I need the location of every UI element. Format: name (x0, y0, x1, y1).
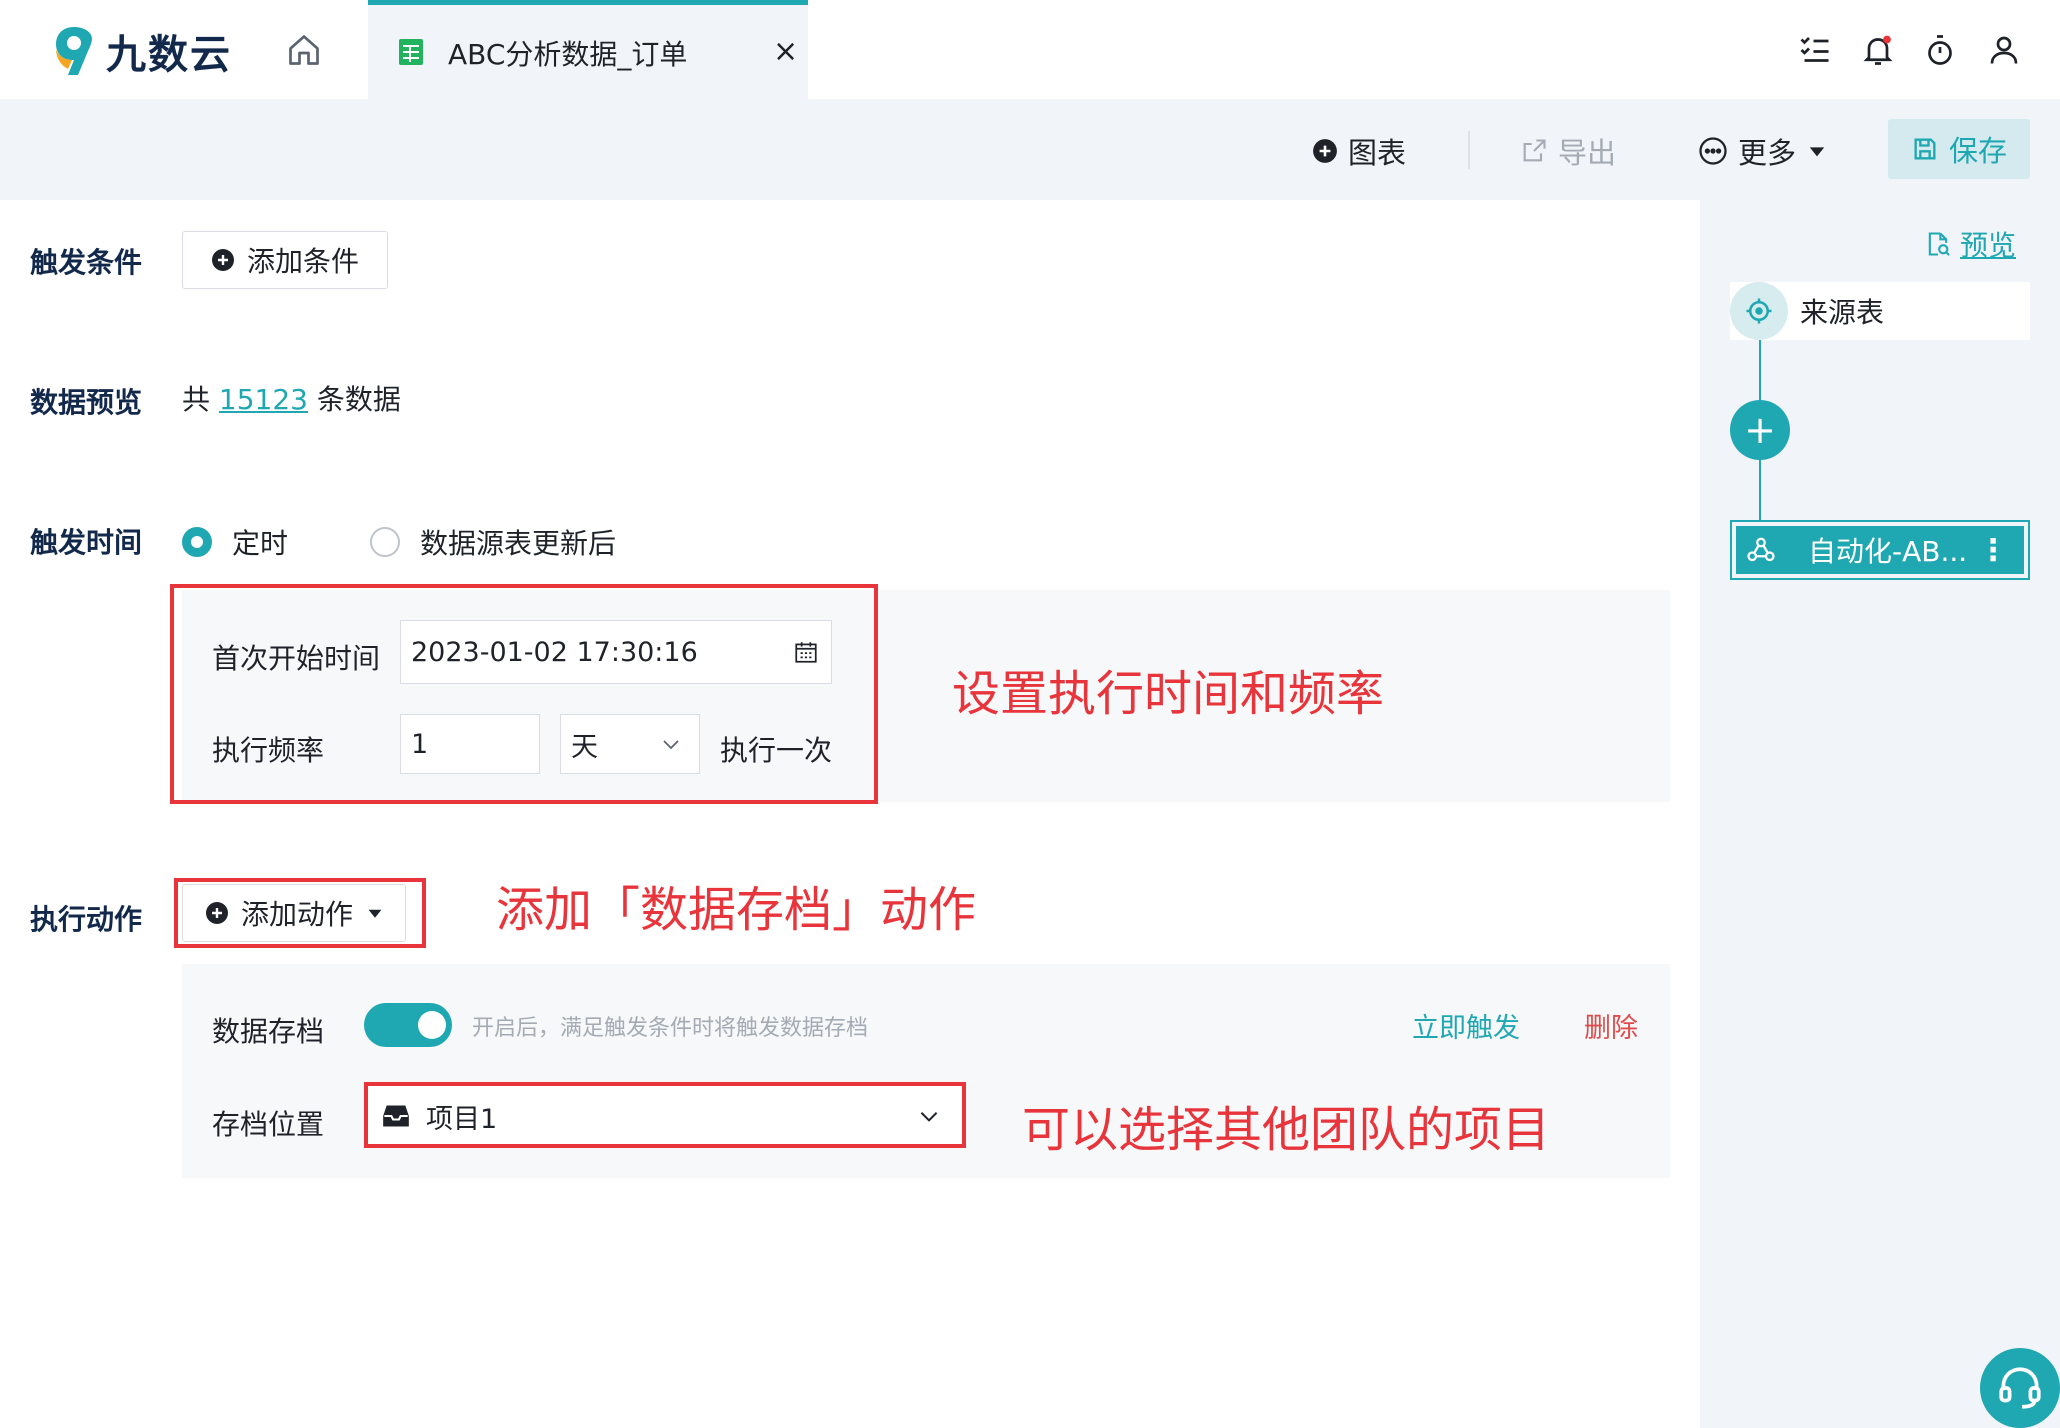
timer-icon[interactable] (1922, 32, 1958, 68)
toolbar-divider (1468, 131, 1470, 169)
radio-unchecked-icon (370, 527, 400, 557)
trigger-condition-label: 触发条件 (30, 246, 143, 279)
delete-link[interactable]: 删除 (1584, 1006, 1638, 1045)
add-condition-label: 添加条件 (246, 245, 359, 278)
flow-node-automation[interactable]: 自动化-AB... ⋮ (1730, 520, 2030, 580)
logo-mark-icon (56, 27, 92, 75)
chart-button-label: 图表 (1348, 136, 1407, 170)
chat-support-icon (1999, 1367, 2041, 1409)
annotation-note-location: 可以选择其他团队的项目 (1022, 1102, 1551, 1158)
flow-node-source[interactable]: 来源表 (1730, 282, 2030, 340)
archive-location-label: 存档位置 (212, 1108, 325, 1141)
add-node-button[interactable]: + (1730, 400, 1790, 460)
more-dots-icon (1699, 137, 1727, 165)
radio-after-update-label: 数据源表更新后 (420, 527, 617, 560)
annotation-box-add-action (174, 878, 426, 948)
app-logo-text: 九数云 (106, 32, 232, 78)
spreadsheet-icon (398, 38, 424, 66)
add-condition-button[interactable]: 添加条件 (182, 231, 388, 289)
home-icon[interactable] (286, 32, 322, 68)
source-node-label: 来源表 (1800, 296, 1885, 329)
flow-preview-label: 预览 (1960, 229, 2017, 262)
flow-panel (1700, 200, 2060, 1428)
save-button[interactable]: 保存 (1888, 119, 2030, 179)
annotation-box-schedule (170, 584, 878, 804)
export-icon (1523, 139, 1546, 162)
radio-scheduled-label: 定时 (232, 527, 289, 560)
radio-checked-icon (182, 527, 212, 557)
preview-icon (1928, 232, 1950, 256)
archive-hint: 开启后，满足触发条件时将触发数据存档 (472, 1016, 869, 1041)
customer-service-chat-button[interactable] (1980, 1348, 2060, 1428)
annotation-box-location (364, 1082, 966, 1148)
data-preview-label: 数据预览 (30, 386, 143, 419)
tab-close-icon[interactable]: × (773, 34, 798, 69)
user-icon[interactable] (1986, 32, 2022, 68)
more-button-label: 更多 (1738, 136, 1797, 170)
automation-node-body: 自动化-AB... ⋮ (1736, 526, 2024, 574)
crosshair-icon (1746, 298, 1772, 324)
top-bar: 九数云 ABC分析数据_订单 × (0, 0, 2060, 99)
trigger-now-link[interactable]: 立即触发 (1412, 1006, 1520, 1045)
app-logo[interactable]: 九数云 (52, 22, 232, 80)
trigger-time-label: 触发时间 (30, 526, 143, 559)
execute-action-label: 执行动作 (30, 903, 143, 936)
notification-bell-icon[interactable] (1860, 32, 1896, 68)
data-count-text: 共 15123 条数据 (182, 378, 401, 418)
archive-toggle[interactable] (364, 1003, 452, 1047)
flow-connector (1759, 340, 1761, 400)
automation-node-label: 自动化-AB... (1808, 535, 1968, 568)
node-menu-icon[interactable]: ⋮ (1978, 533, 2008, 568)
save-icon (1914, 138, 1936, 160)
toggle-knob (418, 1011, 446, 1039)
tab-abc-data[interactable]: ABC分析数据_订单 × (368, 0, 808, 99)
save-button-label: 保存 (1948, 134, 2007, 168)
archive-label: 数据存档 (212, 1015, 325, 1048)
flow-preview-link[interactable]: 预览 (1924, 224, 2016, 264)
annotation-note-action: 添加「数据存档」动作 (496, 882, 977, 938)
source-node-badge (1730, 282, 1788, 340)
export-button-label: 导出 (1558, 136, 1617, 170)
annotation-note-schedule: 设置执行时间和频率 (952, 666, 1385, 722)
task-list-icon[interactable] (1797, 32, 1833, 68)
radio-scheduled[interactable]: 定时 (182, 522, 288, 562)
export-button[interactable]: 导出 (1520, 129, 1616, 173)
automation-icon (1747, 537, 1775, 562)
preview-suffix: 条数据 (316, 383, 401, 416)
plus-circle-icon (1313, 139, 1337, 163)
preview-prefix: 共 (182, 383, 211, 416)
more-dropdown[interactable]: 更多 (1698, 129, 1836, 173)
radio-after-update[interactable]: 数据源表更新后 (370, 522, 616, 562)
flow-connector (1759, 460, 1761, 520)
toolbar: 图表 导出 更多 保存 (0, 99, 2060, 200)
tab-title: ABC分析数据_订单 (448, 38, 688, 71)
caret-down-icon (1809, 147, 1825, 157)
chart-button[interactable]: 图表 (1312, 129, 1406, 173)
plus-circle-icon (211, 249, 234, 271)
record-count-link[interactable]: 15123 (219, 383, 308, 416)
